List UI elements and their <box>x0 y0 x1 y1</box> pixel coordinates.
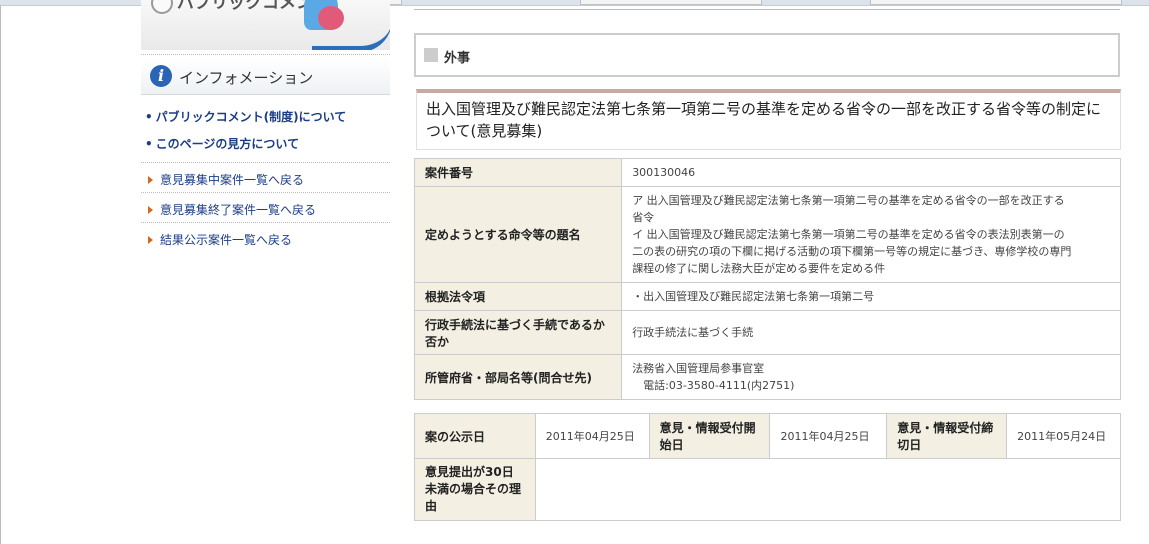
browser-tab-edge[interactable] <box>870 0 1122 5</box>
table-row: 案件番号 300130046 <box>413 158 1121 187</box>
divider <box>141 54 390 55</box>
arrow-right-icon <box>148 206 153 214</box>
text-line: 法務省入国管理局参事官室 <box>632 362 765 375</box>
text-line: 電話:03-3580-4111(内2751) <box>632 379 795 392</box>
info-heading: i インフォメーション <box>141 59 390 95</box>
person-icon <box>318 6 344 30</box>
table-row: 所管府省・部局名等(問合せ先) 法務省入国管理局参事官室 電話:03-3580-… <box>413 354 1121 400</box>
clock-icon <box>151 0 173 14</box>
reason-value <box>534 458 1122 521</box>
info-icon: i <box>150 65 172 87</box>
end-date-label: 意見・情報受付締切日 <box>886 413 1008 459</box>
divider <box>141 192 390 193</box>
case-details-table: 案件番号 300130046 定めようとする命令等の題名 ア 出入国管理及び難民… <box>413 158 1121 400</box>
link-back-result-cases[interactable]: 結果公示案件一覧へ戻る <box>148 231 292 248</box>
link-public-comment-system[interactable]: • パブリックコメント(制度)について <box>145 108 346 125</box>
arrow-right-icon <box>148 236 153 244</box>
public-comment-banner[interactable]: パブリックコメント <box>141 0 390 50</box>
dates-table: 案の公示日 2011年04月25日 意見・情報受付開始日 2011年04月25日… <box>414 413 1122 521</box>
bullet: • <box>145 137 153 151</box>
announce-date-label: 案の公示日 <box>414 413 536 459</box>
table-row: 定めようとする命令等の題名 ア 出入国管理及び難民認定法第七条第一項第二号の基準… <box>413 186 1121 283</box>
text-line: ア 出入国管理及び難民認定法第七条第一項第二号の基準を定める省令の一部を改正する <box>632 194 1065 207</box>
window-left-edge <box>0 5 1 544</box>
text-line: 課程の修了に関し法務大臣が定める要件を定める件 <box>632 262 886 275</box>
case-number-label: 案件番号 <box>413 158 623 187</box>
ordinance-name-label: 定めようとする命令等の題名 <box>413 186 623 283</box>
procedure-value: 行政手続法に基づく手続 <box>621 310 1121 355</box>
bullet: • <box>145 110 153 124</box>
ministry-label: 所管府省・部局名等(問合せ先) <box>413 354 623 400</box>
case-number-value: 300130046 <box>621 158 1121 187</box>
square-icon <box>424 48 438 62</box>
arrow-right-icon <box>148 176 153 184</box>
legal-basis-value: ・出入国管理及び難民認定法第七条第一項第二号 <box>621 282 1121 311</box>
link-how-to-read-page[interactable]: • このページの見方について <box>145 135 299 152</box>
start-date-value: 2011年04月25日 <box>769 413 888 459</box>
link-back-open-cases[interactable]: 意見募集中案件一覧へ戻る <box>148 171 304 188</box>
link-back-closed-cases[interactable]: 意見募集終了案件一覧へ戻る <box>148 201 316 218</box>
reason-label: 意見提出が30日未満の場合その理由 <box>414 458 536 521</box>
top-rule <box>414 9 1120 10</box>
link-label: 意見募集中案件一覧へ戻る <box>160 173 305 187</box>
case-title: 出入国管理及び難民認定法第七条第一項第二号の基準を定める省令の一部を改正する省令… <box>426 100 1102 140</box>
text-line: 二の表の研究の項の下欄に掲げる活動の項下欄第一号等の規定に基づき、専修学校の専門 <box>632 245 1072 258</box>
category-box: 外事 <box>414 33 1120 77</box>
table-row: 案の公示日 2011年04月25日 意見・情報受付開始日 2011年04月25日… <box>414 413 1121 459</box>
procedure-label: 行政手続法に基づく手続であるか否か <box>413 310 623 355</box>
case-title-box: 出入国管理及び難民認定法第七条第一項第二号の基準を定める省令の一部を改正する省令… <box>416 89 1121 150</box>
table-row: 意見提出が30日未満の場合その理由 <box>414 458 1122 521</box>
info-heading-text: インフォメーション <box>179 69 314 87</box>
table-row: 根拠法令項 ・出入国管理及び難民認定法第七条第一項第二号 <box>413 282 1121 311</box>
link-label: 結果公示案件一覧へ戻る <box>160 233 293 247</box>
category-label: 外事 <box>444 51 471 66</box>
table-row: 行政手続法に基づく手続であるか否か 行政手続法に基づく手続 <box>413 310 1121 355</box>
link-label: パブリックコメント(制度)について <box>155 110 347 124</box>
divider <box>141 222 390 223</box>
ministry-value: 法務省入国管理局参事官室 電話:03-3580-4111(内2751) <box>621 354 1121 400</box>
ordinance-name-value: ア 出入国管理及び難民認定法第七条第一項第二号の基準を定める省令の一部を改正する… <box>621 186 1121 283</box>
link-label: このページの見方について <box>155 137 300 151</box>
text-line: 省令 <box>632 211 655 224</box>
browser-tab-edge[interactable] <box>580 0 762 5</box>
text-line: イ 出入国管理及び難民認定法第七条第一項第二号の基準を定める省令の表法別表第一の <box>632 228 1065 241</box>
announce-date-value: 2011年04月25日 <box>534 413 650 459</box>
start-date-label: 意見・情報受付開始日 <box>648 413 771 459</box>
legal-basis-label: 根拠法令項 <box>413 282 623 311</box>
divider <box>141 162 390 163</box>
link-label: 意見募集終了案件一覧へ戻る <box>160 203 317 217</box>
end-date-value: 2011年05月24日 <box>1006 413 1121 459</box>
